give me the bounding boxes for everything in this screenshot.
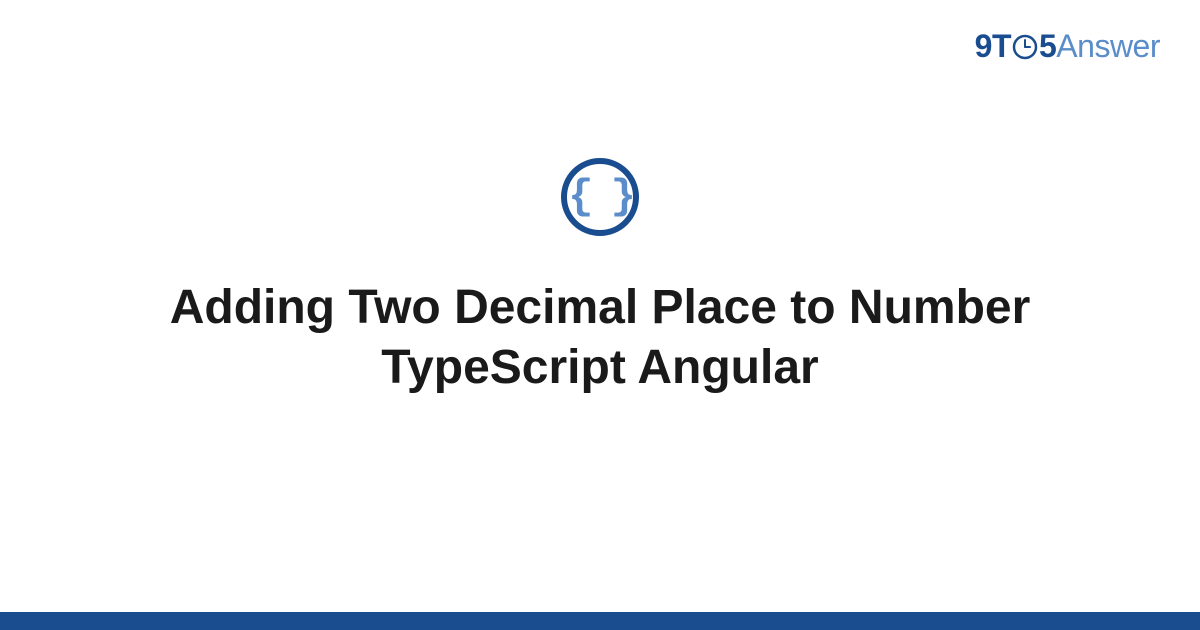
clock-icon	[1012, 34, 1038, 60]
page-title: Adding Two Decimal Place to Number TypeS…	[0, 278, 1200, 398]
logo-text-answer: Answer	[1056, 28, 1160, 64]
code-braces-icon: { }	[568, 176, 632, 218]
logo-text-5: 5	[1039, 28, 1056, 64]
site-logo: 9T 5Answer	[975, 28, 1160, 65]
footer-accent-bar	[0, 612, 1200, 630]
topic-icon: { }	[561, 158, 639, 236]
logo-text-9t: 9T	[975, 28, 1011, 64]
